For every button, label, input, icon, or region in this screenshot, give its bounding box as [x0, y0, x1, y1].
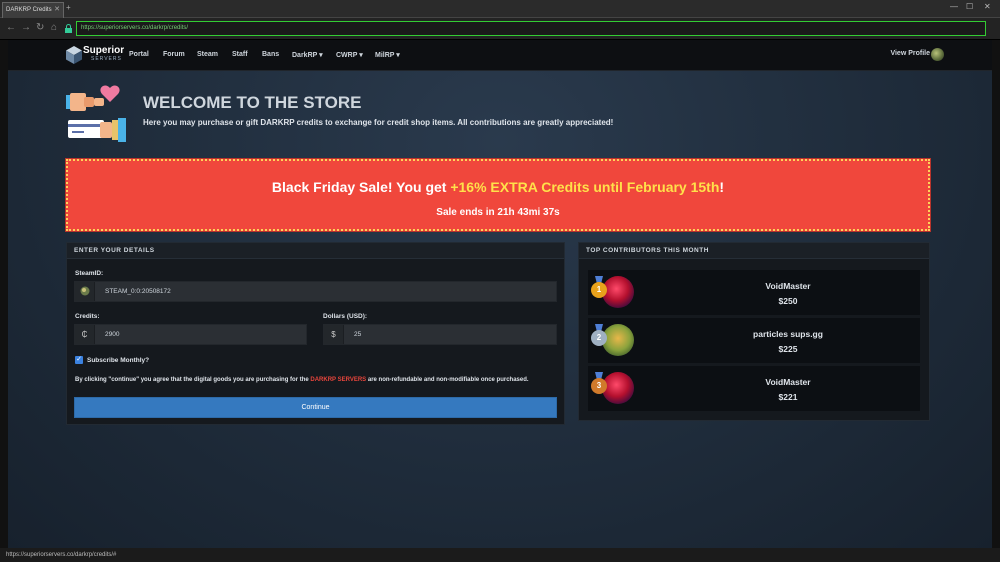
- home-icon[interactable]: ⌂: [51, 23, 57, 33]
- dollars-value: 25: [354, 331, 362, 338]
- nav-forum[interactable]: Forum: [163, 51, 185, 58]
- page-title: WELCOME TO THE STORE: [143, 93, 362, 112]
- credits-label: Credits:: [75, 313, 100, 320]
- nav-milrp-dropdown[interactable]: MilRP ▾: [375, 51, 400, 59]
- close-window-icon[interactable]: ✕: [984, 2, 991, 11]
- credits-value: 2900: [105, 331, 120, 338]
- contributor-amount: $225: [778, 344, 798, 354]
- bronze-medal-icon: 3: [590, 372, 608, 394]
- contributors-panel-header: TOP CONTRIBUTORS THIS MONTH: [579, 243, 929, 259]
- minimize-icon[interactable]: —: [950, 2, 958, 11]
- contributor-row: 3 VoidMaster $221: [588, 366, 920, 411]
- steamid-label: SteamID:: [75, 270, 104, 277]
- contributor-name: VoidMaster: [765, 377, 811, 387]
- contributor-name: VoidMaster: [765, 281, 811, 291]
- contributor-amount: $221: [778, 392, 798, 402]
- forward-icon[interactable]: →: [21, 23, 31, 33]
- credits-currency-icon: ₵: [75, 325, 95, 344]
- sale-banner: Black Friday Sale! You get +16% EXTRA Cr…: [65, 158, 931, 232]
- site-navbar: Superior SERVERS Portal Forum Steam Staf…: [8, 40, 992, 71]
- contributor-row: 2 particles sups.gg $225: [588, 318, 920, 363]
- browser-tab[interactable]: DARKRP Credits ✕: [2, 2, 64, 18]
- page-viewport: Superior SERVERS Portal Forum Steam Staf…: [8, 40, 992, 548]
- url-input[interactable]: https://superiorservers.co/darkrp/credit…: [76, 21, 986, 36]
- contributor-row: 1 VoidMaster $250: [588, 270, 920, 315]
- logo-text: Superior: [83, 45, 125, 56]
- continue-button[interactable]: Continue: [74, 397, 557, 418]
- credits-input[interactable]: ₵ 2900: [74, 324, 307, 345]
- profile-avatar[interactable]: [931, 48, 944, 61]
- tab-title: DARKRP Credits: [6, 7, 52, 13]
- details-panel: ENTER YOUR DETAILS SteamID: STEAM_0:0:20…: [66, 242, 565, 425]
- sale-highlight: +16% EXTRA Credits until February 15th: [450, 179, 720, 195]
- site-logo[interactable]: Superior SERVERS: [66, 45, 126, 65]
- maximize-icon[interactable]: ☐: [966, 2, 973, 11]
- dollar-sign-icon: $: [324, 325, 344, 344]
- gift-credits-icon: [66, 85, 126, 142]
- browser-window: DARKRP Credits ✕ + — ☐ ✕ ← → ↻ ⌂ https:/…: [0, 0, 1000, 562]
- nav-cwrp-dropdown[interactable]: CWRP ▾: [336, 51, 363, 59]
- steamid-value: STEAM_0:0:20508172: [105, 288, 171, 295]
- subscribe-label: Subscribe Monthly?: [87, 357, 150, 364]
- nav-portal[interactable]: Portal: [129, 51, 149, 58]
- contributor-name: particles sups.gg: [753, 329, 823, 339]
- nav-staff[interactable]: Staff: [232, 51, 248, 58]
- steam-avatar-icon: [75, 282, 95, 301]
- details-panel-header: ENTER YOUR DETAILS: [67, 243, 564, 259]
- nav-darkrp-dropdown[interactable]: DarkRP ▾: [292, 51, 323, 59]
- status-bar: https://superiorservers.co/darkrp/credit…: [0, 548, 1000, 562]
- terms-text: By clicking "continue" you agree that th…: [75, 377, 529, 383]
- terms-servers-link: DARKRP SERVERS: [310, 377, 367, 383]
- silver-medal-icon: 2: [590, 324, 608, 346]
- sale-headline: Black Friday Sale! You get +16% EXTRA Cr…: [271, 179, 725, 195]
- logo-cube-icon: [66, 46, 82, 64]
- contributor-amount: $250: [778, 296, 798, 306]
- nav-steam[interactable]: Steam: [197, 51, 218, 58]
- sale-countdown: Sale ends in 21h 43mi 37s: [436, 207, 560, 218]
- subscribe-checkbox[interactable]: ✓: [75, 356, 83, 364]
- steamid-field[interactable]: STEAM_0:0:20508172: [74, 281, 557, 302]
- dollars-label: Dollars (USD):: [323, 313, 368, 320]
- logo-subtext: SERVERS: [91, 56, 122, 62]
- gold-medal-icon: 1: [590, 276, 608, 298]
- view-profile-link[interactable]: View Profile: [890, 50, 930, 57]
- reload-icon[interactable]: ↻: [36, 23, 44, 33]
- tab-close-icon[interactable]: ✕: [54, 3, 60, 17]
- page-subtitle: Here you may purchase or gift DARKRP cre…: [143, 118, 614, 127]
- nav-bans[interactable]: Bans: [262, 51, 279, 58]
- dollars-input[interactable]: $ 25: [323, 324, 557, 345]
- lock-icon: [65, 24, 72, 33]
- address-bar-row: ← → ↻ ⌂ https://superiorservers.co/darkr…: [0, 18, 1000, 40]
- new-tab-icon[interactable]: +: [66, 3, 71, 12]
- tab-bar: DARKRP Credits ✕ + — ☐ ✕: [0, 0, 1000, 18]
- back-icon[interactable]: ←: [6, 23, 16, 33]
- contributors-panel: TOP CONTRIBUTORS THIS MONTH 1 VoidMaster…: [578, 242, 930, 421]
